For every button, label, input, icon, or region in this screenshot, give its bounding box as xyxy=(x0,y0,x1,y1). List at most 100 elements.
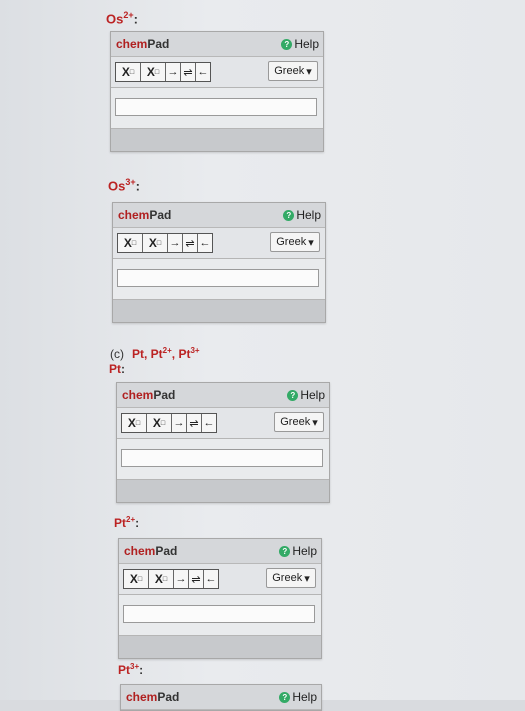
chevron-down-icon: ▾ xyxy=(306,65,312,78)
right-arrow-button[interactable]: → xyxy=(174,570,189,588)
chempad-footer xyxy=(119,636,321,658)
chempad-tools: X □ X □ → ⇌ ← xyxy=(117,233,213,253)
help-label: Help xyxy=(296,208,321,222)
superscript-button[interactable]: X □ xyxy=(143,234,168,252)
greek-label: Greek xyxy=(274,65,305,77)
left-arrow-button[interactable]: ← xyxy=(196,63,210,81)
superscript-button[interactable]: X □ xyxy=(147,414,172,432)
question-icon: ? xyxy=(287,389,299,401)
question-icon: ? xyxy=(283,209,295,221)
left-arrow-button[interactable]: ← xyxy=(204,570,218,588)
left-arrow-button[interactable]: ← xyxy=(198,234,212,252)
chempad-body xyxy=(119,595,321,636)
pt2-label: Pt2+: xyxy=(114,515,140,530)
subscript-button[interactable]: X □ xyxy=(122,414,147,432)
pt3-symbol: Pt xyxy=(118,663,130,677)
chempad-os2: chemPad ? Help X □ X □ → ⇌ ← Greek ▾ xyxy=(110,31,324,152)
help-button[interactable]: ? Help xyxy=(283,208,321,222)
os3-colon: : xyxy=(135,178,140,194)
pt3-charge: 3+ xyxy=(130,662,140,671)
chempad-toolbar: X □ X □ → ⇌ ← Greek ▾ xyxy=(113,228,325,259)
answer-input[interactable] xyxy=(121,449,323,467)
os3-label: Os3+: xyxy=(108,177,140,193)
os2-symbol: Os xyxy=(106,11,124,27)
help-button[interactable]: ? Help xyxy=(281,37,319,51)
answer-input[interactable] xyxy=(123,605,315,623)
help-label: Help xyxy=(292,544,317,558)
equilibrium-arrow-button[interactable]: ⇌ xyxy=(189,570,204,588)
answer-input[interactable] xyxy=(115,98,317,116)
chempad-header: chemPad ? Help xyxy=(113,203,325,228)
chempad-title-suffix: Pad xyxy=(147,37,170,51)
chempad-title-suffix: Pad xyxy=(155,544,178,558)
equilibrium-arrow-button[interactable]: ⇌ xyxy=(183,234,198,252)
left-arrow-button[interactable]: ← xyxy=(202,414,216,432)
greek-label: Greek xyxy=(276,236,307,248)
superscript-button[interactable]: X □ xyxy=(149,570,174,588)
chempad-title-suffix: Pad xyxy=(149,208,172,222)
help-button[interactable]: ? Help xyxy=(279,544,317,558)
chempad-pt: chemPad ? Help X □ X □ → ⇌ ← Greek ▾ xyxy=(116,382,330,503)
chempad-title: chemPad xyxy=(124,544,177,558)
chempad-toolbar: X □ X □ → ⇌ ← Greek ▾ xyxy=(117,408,329,439)
subscript-button[interactable]: X □ xyxy=(116,63,141,81)
question-c: (c) Pt, Pt2+, Pt3+ xyxy=(110,346,200,361)
chempad-title-prefix: chem xyxy=(124,544,156,558)
chempad-tools: X □ X □ → ⇌ ← xyxy=(121,413,217,433)
chevron-down-icon: ▾ xyxy=(308,236,314,249)
greek-dropdown[interactable]: Greek ▾ xyxy=(270,232,320,252)
question-icon: ? xyxy=(279,691,291,703)
right-arrow-button[interactable]: → xyxy=(168,234,183,252)
chempad-title-suffix: Pad xyxy=(153,388,176,402)
chempad-body xyxy=(113,259,325,300)
os3-symbol: Os xyxy=(108,178,126,194)
question-icon: ? xyxy=(281,38,293,50)
chempad-body xyxy=(111,88,323,129)
chevron-down-icon: ▾ xyxy=(304,572,310,585)
question-icon: ? xyxy=(279,545,291,557)
answer-input[interactable] xyxy=(117,269,319,287)
chempad-title-prefix: chem xyxy=(126,690,158,704)
superscript-button[interactable]: X □ xyxy=(141,63,166,81)
chempad-header: chemPad ? Help xyxy=(111,32,323,57)
chempad-tools: X □ X □ → ⇌ ← xyxy=(115,62,211,82)
chempad-footer xyxy=(111,129,323,151)
pt-symbol: Pt xyxy=(109,362,121,376)
question-number: (c) xyxy=(110,347,124,361)
subscript-button[interactable]: X □ xyxy=(118,234,143,252)
chempad-os3: chemPad ? Help X □ X □ → ⇌ ← Greek ▾ xyxy=(112,202,326,323)
chempad-title-suffix: Pad xyxy=(157,690,180,704)
greek-dropdown[interactable]: Greek ▾ xyxy=(268,61,318,81)
greek-label: Greek xyxy=(280,416,311,428)
equilibrium-arrow-button[interactable]: ⇌ xyxy=(187,414,202,432)
chempad-title-prefix: chem xyxy=(116,37,148,51)
chempad-tools: X □ X □ → ⇌ ← xyxy=(123,569,219,589)
help-label: Help xyxy=(292,690,317,704)
chempad-toolbar: X □ X □ → ⇌ ← Greek ▾ xyxy=(111,57,323,88)
greek-label: Greek xyxy=(272,572,303,584)
help-button[interactable]: ? Help xyxy=(279,690,317,704)
chempad-header: chemPad ? Help xyxy=(117,383,329,408)
chempad-toolbar: X □ X □ → ⇌ ← Greek ▾ xyxy=(119,564,321,595)
greek-dropdown[interactable]: Greek ▾ xyxy=(266,568,316,588)
element-list: Pt, Pt2+, Pt3+ xyxy=(132,346,200,361)
chempad-header: chemPad ? Help xyxy=(121,685,321,710)
pt-label: Pt: xyxy=(109,362,125,376)
chempad-title-prefix: chem xyxy=(118,208,150,222)
subscript-button[interactable]: X □ xyxy=(124,570,149,588)
greek-dropdown[interactable]: Greek ▾ xyxy=(274,412,324,432)
chempad-pt3: chemPad ? Help xyxy=(120,684,322,711)
help-button[interactable]: ? Help xyxy=(287,388,325,402)
right-arrow-button[interactable]: → xyxy=(172,414,187,432)
chempad-pt2: chemPad ? Help X □ X □ → ⇌ ← Greek ▾ xyxy=(118,538,322,659)
chempad-title: chemPad xyxy=(126,690,179,704)
chevron-down-icon: ▾ xyxy=(312,416,318,429)
equilibrium-arrow-button[interactable]: ⇌ xyxy=(181,63,196,81)
right-arrow-button[interactable]: → xyxy=(166,63,181,81)
page: Os2+: chemPad ? Help X □ X □ → ⇌ ← Greek ▾ O… xyxy=(0,0,525,711)
chempad-footer xyxy=(117,480,329,502)
os2-label: Os2+: xyxy=(106,10,138,26)
help-label: Help xyxy=(294,37,319,51)
chempad-title-prefix: chem xyxy=(122,388,154,402)
chempad-title: chemPad xyxy=(118,208,171,222)
